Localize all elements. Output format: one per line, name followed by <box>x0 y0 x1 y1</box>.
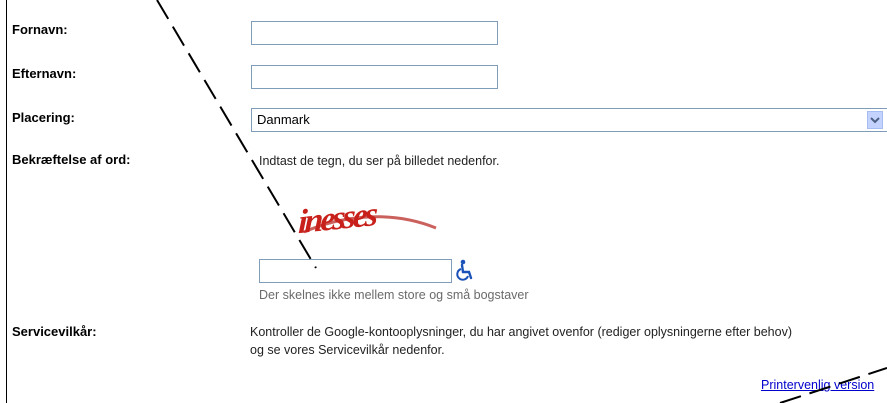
wheelchair-icon[interactable] <box>456 259 474 281</box>
location-select[interactable]: Danmark <box>251 108 887 132</box>
chevron-down-icon[interactable] <box>867 111 883 129</box>
captcha-label: Bekræftelse af ord: <box>12 152 131 167</box>
print-version-link[interactable]: Printervenlig version <box>761 378 874 392</box>
tos-label: Servicevilkår: <box>12 324 97 339</box>
left-border <box>6 0 7 403</box>
location-label: Placering: <box>12 110 75 125</box>
tos-text-line1: Kontroller de Google-kontooplysninger, d… <box>250 325 792 339</box>
captcha-image: inesses <box>298 196 437 240</box>
captcha-text: inesses <box>298 196 379 240</box>
captcha-input[interactable] <box>259 259 452 283</box>
captcha-hint: Der skelnes ikke mellem store og små bog… <box>259 288 529 302</box>
location-selected-value: Danmark <box>257 112 310 127</box>
captcha-instruction: Indtast de tegn, du ser på billedet nede… <box>259 154 500 168</box>
signup-form: Fornavn: Efternavn: Placering: Danmark B… <box>0 0 887 403</box>
last-name-input[interactable] <box>251 65 498 89</box>
first-name-input[interactable] <box>251 21 498 45</box>
last-name-label: Efternavn: <box>12 66 77 81</box>
first-name-label: Fornavn: <box>12 22 68 37</box>
tos-text-line2: og se vores Servicevilkår nedenfor. <box>250 343 445 357</box>
